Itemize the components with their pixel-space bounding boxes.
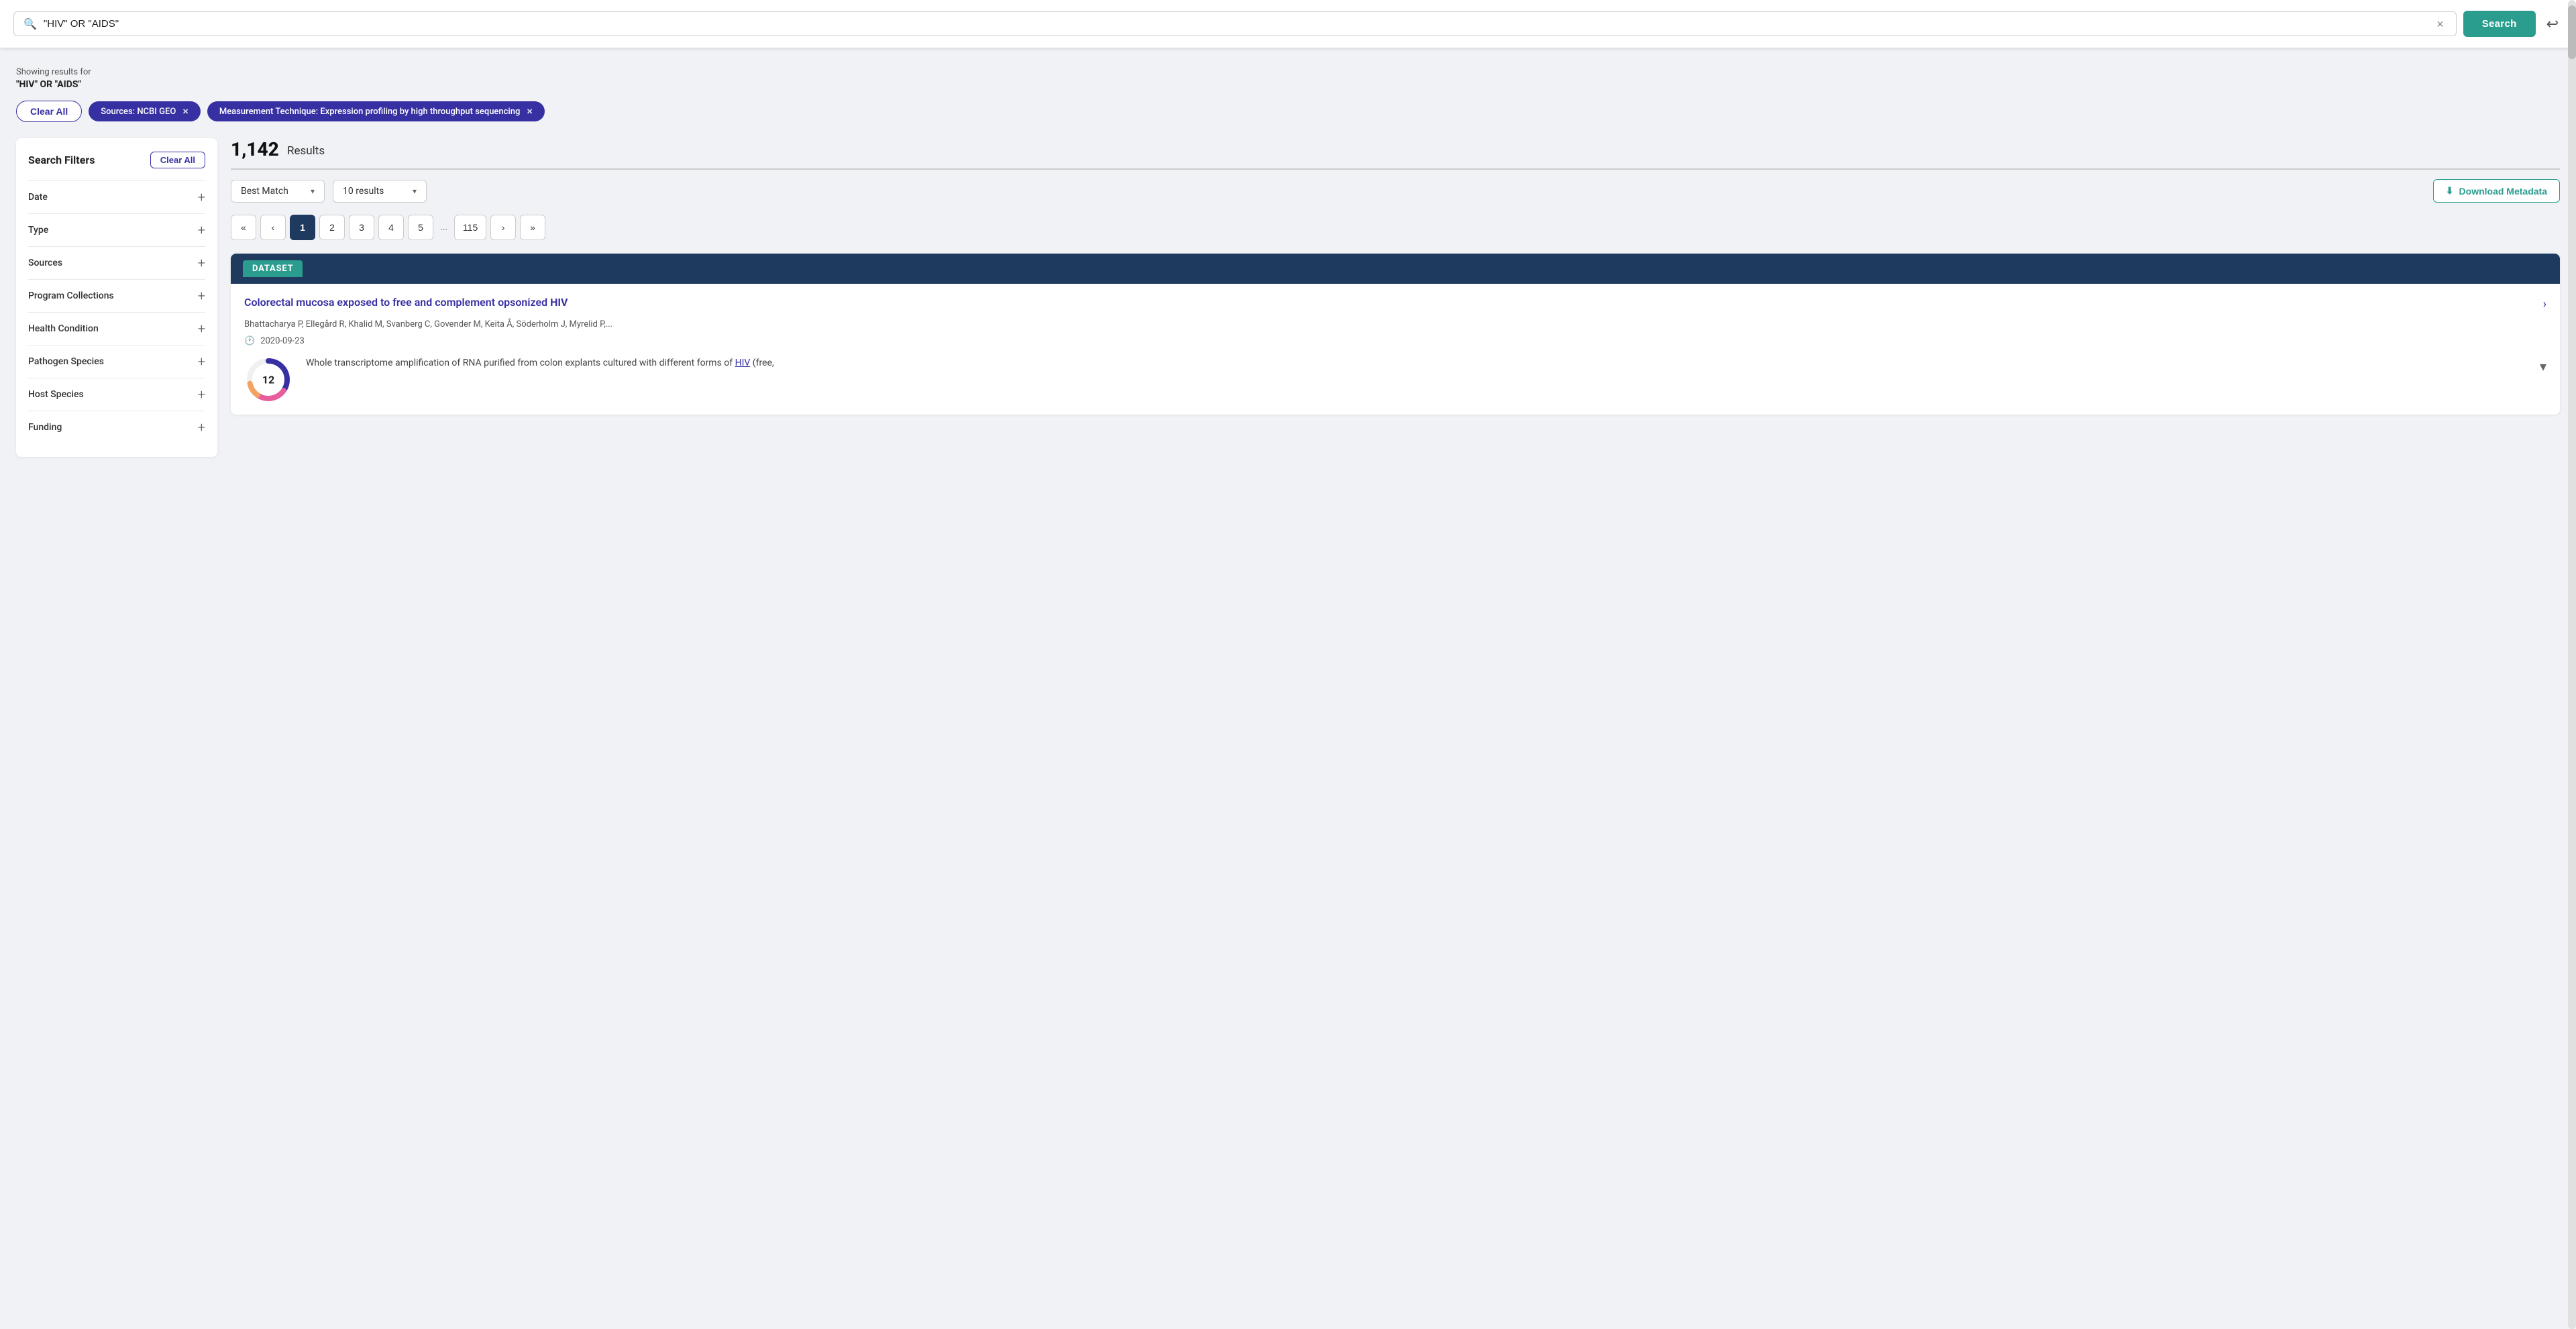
result-card: DATASET Colorectal mucosa exposed to fre…	[231, 254, 2560, 415]
filter-host-species-expand-icon: +	[198, 388, 205, 401]
per-page-selected-label: 10 results	[343, 186, 384, 197]
filter-section-type[interactable]: Type +	[28, 213, 205, 246]
card-donut-value: 12	[262, 374, 274, 386]
showing-results-query: "HIV" OR "AIDS"	[16, 79, 2560, 90]
controls-row: Best Match ▾ 10 results ▾ ⬇ Download Met…	[231, 179, 2560, 203]
clock-icon: 🕐	[244, 336, 255, 346]
sidebar-clear-all-button[interactable]: Clear All	[150, 152, 205, 168]
scrollbar-thumb[interactable]	[2568, 5, 2576, 59]
card-description-highlight: HIV	[735, 358, 751, 368]
chips-clear-all-button[interactable]: Clear All	[16, 101, 82, 122]
sidebar-title: Search Filters	[28, 154, 95, 166]
showing-results-label: Showing results for	[16, 67, 2560, 77]
filter-date-expand-icon: +	[198, 191, 205, 204]
showing-results: Showing results for "HIV" OR "AIDS"	[16, 67, 2560, 90]
filter-type-label: Type	[28, 225, 48, 235]
filter-sources-expand-icon: +	[198, 256, 205, 270]
filter-pathogen-species-expand-icon: +	[198, 355, 205, 368]
filter-type-expand-icon: +	[198, 223, 205, 237]
results-header: 1,142 Results	[231, 138, 2560, 170]
card-bottom: 12 Whole transcriptome amplification of …	[244, 356, 2546, 404]
filter-pathogen-species-label: Pathogen Species	[28, 356, 104, 367]
sort-selected-label: Best Match	[241, 186, 288, 197]
search-bar: 🔍 × Search ↩	[0, 0, 2576, 48]
filter-section-host-species[interactable]: Host Species +	[28, 378, 205, 411]
pagination-last-button[interactable]: »	[520, 215, 545, 240]
history-button[interactable]: ↩	[2542, 13, 2563, 36]
card-title-link[interactable]: Colorectal mucosa exposed to free and co…	[244, 296, 2536, 309]
chip-sources-label: Sources: NCBI GEO	[101, 107, 176, 117]
pagination-page-2-button[interactable]: 2	[319, 215, 345, 240]
search-icon: 🔍	[23, 17, 37, 30]
card-body: Colorectal mucosa exposed to free and co…	[231, 284, 2560, 415]
chip-measurement-technique[interactable]: Measurement Technique: Expression profil…	[207, 101, 545, 121]
chip-measurement-close-icon[interactable]: ×	[527, 106, 533, 117]
card-donut-chart: 12	[244, 356, 292, 404]
results-panel: 1,142 Results Best Match ▾ 10 results ▾ …	[231, 138, 2560, 415]
pagination-last-page-button[interactable]: 115	[454, 215, 486, 240]
pagination-ellipsis: ...	[437, 222, 450, 233]
pagination: « ‹ 1 2 3 4 5 ... 115 › »	[231, 215, 2560, 240]
card-title-highlight: HIV	[550, 296, 568, 309]
filter-date-label: Date	[28, 192, 48, 203]
per-page-chevron-icon: ▾	[413, 187, 417, 196]
filter-sources-label: Sources	[28, 258, 62, 268]
per-page-dropdown[interactable]: 10 results ▾	[333, 180, 427, 203]
pagination-page-4-button[interactable]: 4	[378, 215, 404, 240]
download-label: Download Metadata	[2459, 186, 2547, 197]
filter-section-date[interactable]: Date +	[28, 180, 205, 213]
pagination-page-1-button[interactable]: 1	[290, 215, 315, 240]
pagination-page-5-button[interactable]: 5	[408, 215, 433, 240]
sidebar-header: Search Filters Clear All	[28, 152, 205, 168]
two-col-layout: Search Filters Clear All Date + Type + S…	[16, 138, 2560, 457]
card-expand-chevron-icon: ›	[2543, 297, 2546, 311]
pagination-prev-button[interactable]: ‹	[260, 215, 286, 240]
scrollbar[interactable]	[2568, 0, 2576, 1329]
sort-dropdown-chevron-icon: ▾	[311, 187, 315, 196]
pagination-first-button[interactable]: «	[231, 215, 256, 240]
clear-input-button[interactable]: ×	[2434, 18, 2447, 30]
main-content: Showing results for "HIV" OR "AIDS" Clea…	[0, 48, 2576, 473]
card-date-row: 🕐 2020-09-23	[244, 336, 2546, 346]
download-metadata-button[interactable]: ⬇ Download Metadata	[2433, 179, 2560, 203]
filter-host-species-label: Host Species	[28, 389, 84, 400]
filter-health-condition-expand-icon: +	[198, 322, 205, 335]
card-title-row: Colorectal mucosa exposed to free and co…	[244, 296, 2546, 311]
card-type-bar: DATASET	[231, 254, 2560, 284]
search-input[interactable]	[44, 18, 2427, 30]
results-label: Results	[284, 144, 325, 158]
filter-section-funding[interactable]: Funding +	[28, 411, 205, 443]
card-description: Whole transcriptome amplification of RNA…	[306, 356, 2526, 370]
filter-funding-expand-icon: +	[198, 421, 205, 434]
filter-section-pathogen-species[interactable]: Pathogen Species +	[28, 345, 205, 378]
filter-section-program-collections[interactable]: Program Collections +	[28, 279, 205, 312]
filter-health-condition-label: Health Condition	[28, 323, 99, 334]
chip-sources-ncbi-geo[interactable]: Sources: NCBI GEO ×	[89, 101, 201, 121]
pagination-next-button[interactable]: ›	[490, 215, 516, 240]
filter-funding-label: Funding	[28, 422, 62, 433]
search-button[interactable]: Search	[2463, 11, 2536, 37]
results-count: 1,142	[231, 138, 279, 160]
filter-program-collections-expand-icon: +	[198, 289, 205, 303]
card-date: 2020-09-23	[260, 336, 305, 346]
chip-measurement-label: Measurement Technique: Expression profil…	[219, 107, 521, 117]
card-type-tag: DATASET	[243, 260, 303, 277]
filter-chips-row: Clear All Sources: NCBI GEO × Measuremen…	[16, 101, 2560, 122]
filter-section-sources[interactable]: Sources +	[28, 246, 205, 279]
sidebar: Search Filters Clear All Date + Type + S…	[16, 138, 217, 457]
card-authors: Bhattacharya P, Ellegård R, Khalid M, Sv…	[244, 319, 2546, 329]
card-description-expand-button[interactable]: ▾	[2540, 358, 2546, 375]
search-input-wrapper: 🔍 ×	[13, 11, 2457, 36]
filter-program-collections-label: Program Collections	[28, 290, 114, 301]
filter-section-health-condition[interactable]: Health Condition +	[28, 312, 205, 345]
download-icon: ⬇	[2446, 185, 2454, 197]
pagination-page-3-button[interactable]: 3	[349, 215, 374, 240]
chip-sources-close-icon[interactable]: ×	[182, 106, 189, 117]
sort-dropdown[interactable]: Best Match ▾	[231, 180, 325, 203]
